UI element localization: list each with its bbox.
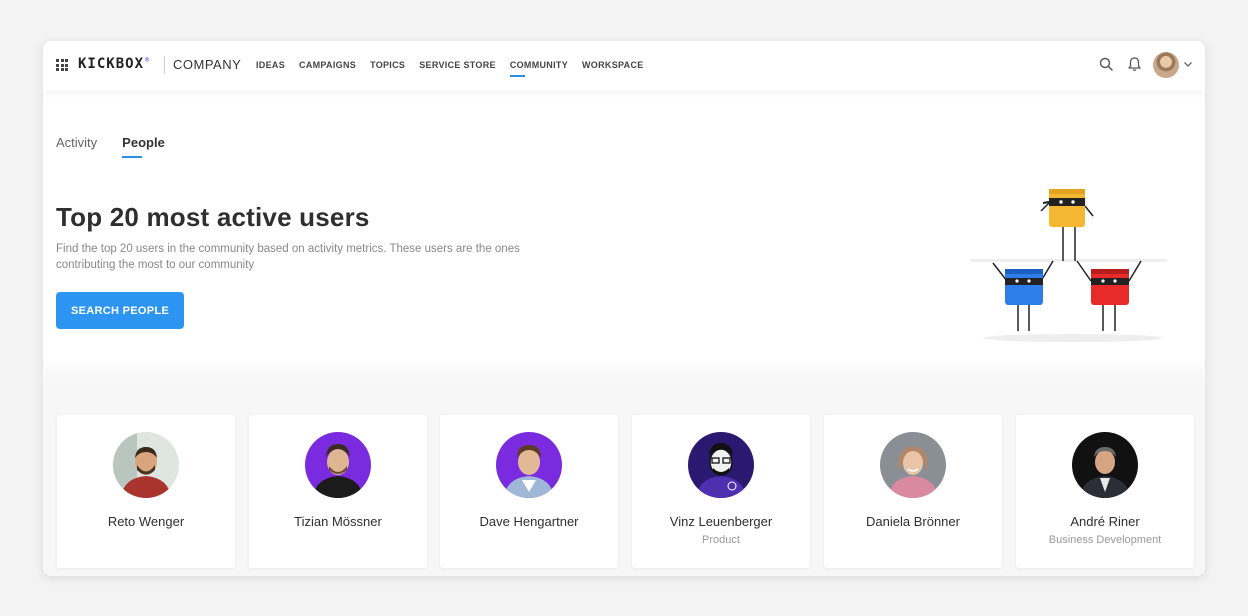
person-name: Tizian Mössner	[294, 514, 382, 529]
person-card[interactable]: Dave Hengartner	[440, 415, 618, 568]
person-avatar	[305, 432, 371, 498]
logo-text: KICKBOX	[78, 56, 145, 72]
bell-icon[interactable]	[1127, 56, 1142, 72]
section-divider	[43, 359, 1205, 379]
person-avatar	[496, 432, 562, 498]
people-list: Reto Wenger Tizian Mössner Dave Hengartn…	[43, 378, 1205, 576]
person-card[interactable]: André Riner Business Development	[1016, 415, 1194, 568]
person-card[interactable]: Tizian Mössner	[249, 415, 427, 568]
mascots-illustration	[971, 189, 1166, 342]
page-title: Top 20 most active users	[56, 202, 370, 232]
chevron-down-icon[interactable]	[1183, 59, 1193, 69]
person-avatar	[113, 432, 179, 498]
nav-campaigns[interactable]: CAMPAIGNS	[299, 41, 356, 91]
logo-divider	[164, 56, 165, 74]
nav-topics[interactable]: TOPICS	[370, 41, 405, 91]
main-nav: IDEAS CAMPAIGNS TOPICS SERVICE STORE COM…	[256, 41, 658, 91]
search-icon[interactable]	[1099, 57, 1113, 71]
company-name: COMPANY	[173, 57, 242, 72]
tab-people[interactable]: People	[122, 135, 165, 158]
person-name: Dave Hengartner	[479, 514, 579, 529]
person-card[interactable]: Vinz Leuenberger Product	[632, 415, 810, 568]
community-tabs: Activity People	[56, 135, 190, 158]
app-window: KICKBOX® COMPANY IDEAS CAMPAIGNS TOPICS …	[43, 41, 1205, 576]
person-card[interactable]: Reto Wenger	[57, 415, 235, 568]
nav-workspace[interactable]: WORKSPACE	[582, 41, 644, 91]
person-avatar	[880, 432, 946, 498]
person-name: Daniela Brönner	[866, 514, 960, 529]
nav-service-store[interactable]: SERVICE STORE	[419, 41, 496, 91]
nav-community[interactable]: COMMUNITY	[509, 41, 568, 91]
grid-icon[interactable]	[56, 59, 68, 71]
logo[interactable]: KICKBOX®	[78, 56, 150, 72]
person-avatar	[688, 432, 754, 498]
top-navbar: KICKBOX® COMPANY IDEAS CAMPAIGNS TOPICS …	[43, 41, 1205, 91]
person-name: Reto Wenger	[107, 514, 185, 529]
search-people-button[interactable]: SEARCH PEOPLE	[56, 292, 184, 329]
tab-activity[interactable]: Activity	[56, 135, 97, 150]
person-name: André Riner	[1070, 514, 1140, 529]
person-card[interactable]: Daniela Brönner	[824, 415, 1002, 568]
nav-ideas[interactable]: IDEAS	[256, 41, 285, 91]
logo-mark: ®	[145, 56, 151, 64]
person-name: Vinz Leuenberger	[669, 514, 773, 529]
person-role: Business Development	[1048, 534, 1162, 546]
person-role: Product	[702, 534, 740, 546]
person-avatar	[1072, 432, 1138, 498]
page-description: Find the top 20 users in the community b…	[56, 243, 520, 271]
avatar[interactable]	[1153, 52, 1179, 78]
